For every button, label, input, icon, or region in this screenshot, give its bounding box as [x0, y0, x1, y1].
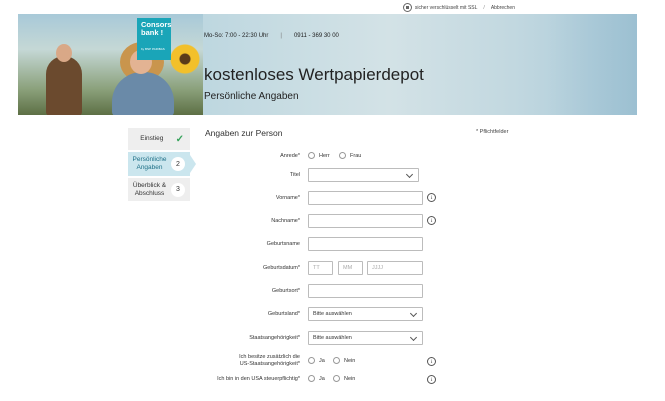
vorname-info-icon[interactable]: i [427, 193, 436, 202]
step-label: Persönliche Angaben [132, 156, 167, 171]
consorsbank-logo[interactable]: Consors bank ! by BNP PARIBAS [137, 18, 171, 60]
topbar-separator: / [483, 4, 485, 11]
page-title: kostenloses Wertpapierdepot [204, 65, 424, 84]
us-tax-info-icon[interactable]: i [427, 375, 436, 384]
step-number-badge: 3 [171, 182, 185, 197]
geburtsort-input[interactable] [308, 284, 423, 298]
step-navigation: Einstieg ✓ Persönliche Angaben 2 Überbli… [128, 128, 196, 203]
ssl-notice: sicher verschlüsselt mit SSL / Abbrechen [402, 3, 515, 12]
page-subtitle: Persönliche Angaben [204, 91, 299, 102]
geburtsland-select[interactable]: Bitte auswählen [308, 307, 423, 321]
ssl-text: sicher verschlüsselt mit SSL [414, 4, 478, 11]
form-title: Angaben zur Person [205, 128, 283, 138]
hero-shade [547, 14, 637, 115]
day-placeholder: TT [313, 265, 320, 271]
phone-number: 0911 - 369 30 00 [293, 33, 339, 39]
radio-circle[interactable] [308, 152, 315, 159]
anrede-herr-radio[interactable]: Herr [308, 152, 330, 159]
chevron-down-icon [409, 309, 418, 318]
step-label: Überblick & Abschluss [132, 181, 167, 197]
staatsangehoerigkeit-select[interactable]: Bitte auswählen [308, 331, 423, 345]
photo-sunflower [168, 42, 202, 76]
us-citizenship-label-line2: US-Staatsangehörigkeit* [239, 361, 300, 367]
radio-circle[interactable] [308, 375, 315, 382]
titel-label: Titel [289, 172, 300, 178]
us-citizenship-label: Ich besitze zusätzlich die US-Staatsange… [239, 354, 300, 368]
radio-circle[interactable] [333, 375, 340, 382]
birth-month-input[interactable]: MM [338, 261, 363, 275]
nachname-label: Nachname* [271, 218, 300, 224]
check-icon: ✓ [175, 133, 184, 145]
titel-select[interactable] [308, 168, 419, 182]
contact-divider: | [280, 33, 282, 39]
radio-label: Herr [319, 152, 330, 159]
geburtsland-label: Geburtsland* [267, 311, 300, 317]
vorname-label: Vorname* [275, 195, 300, 201]
geburtsort-label: Geburtsort* [271, 288, 300, 294]
us-tax-label: Ich bin in den USA steuerpflichtig* [217, 376, 300, 382]
staatsangehoerigkeit-label: Staatsangehörigkeit* [249, 335, 300, 341]
us-tax-ja-radio[interactable]: Ja [308, 375, 325, 382]
radio-label: Nein [344, 357, 356, 364]
step-ueberblick-abschluss: Überblick & Abschluss 3 [128, 178, 190, 201]
radio-label: Ja [319, 357, 325, 364]
staatsangehoerigkeit-value: Bitte auswählen [313, 335, 352, 341]
contact-info: Mo-So: 7:00 - 22:30 Uhr | 0911 - 369 30 … [204, 33, 339, 39]
month-placeholder: MM [343, 265, 353, 271]
us-citizenship-ja-radio[interactable]: Ja [308, 357, 325, 364]
radio-circle[interactable] [308, 357, 315, 364]
step-einstieg[interactable]: Einstieg ✓ [128, 128, 190, 150]
anrede-label: Anrede* [280, 153, 300, 159]
photo-person-woman [112, 72, 174, 115]
top-bar: sicher verschlüsselt mit SSL / Abbrechen [0, 0, 665, 14]
radio-label: Nein [344, 375, 356, 382]
us-citizenship-info-icon[interactable]: i [427, 357, 436, 366]
vorname-input[interactable] [308, 191, 423, 205]
geburtsname-input[interactable] [308, 237, 423, 251]
birth-day-input[interactable]: TT [308, 261, 333, 275]
year-placeholder: JJJJ [372, 265, 383, 271]
hero-photo [18, 14, 203, 115]
photo-person-man [46, 56, 82, 115]
cancel-link[interactable]: Abbrechen [491, 5, 515, 11]
radio-label: Frau [350, 152, 362, 159]
logo-line2: bank ! [141, 28, 164, 37]
photo-face-man [56, 44, 72, 62]
opening-hours: Mo-So: 7:00 - 22:30 Uhr [204, 33, 269, 39]
us-citizenship-label-line1: Ich besitze zusätzlich die [239, 354, 300, 360]
radio-circle[interactable] [339, 152, 346, 159]
chevron-down-icon [405, 170, 414, 179]
geburtsdatum-label: Geburtsdatum* [263, 265, 300, 271]
anrede-frau-radio[interactable]: Frau [339, 152, 361, 159]
us-tax-nein-radio[interactable]: Nein [333, 375, 355, 382]
nachname-info-icon[interactable]: i [427, 216, 436, 225]
step-persoenliche-angaben: Persönliche Angaben 2 [128, 152, 196, 176]
geburtsname-label: Geburtsname [266, 241, 300, 247]
birth-year-input[interactable]: JJJJ [367, 261, 423, 275]
nachname-input[interactable] [308, 214, 423, 228]
radio-circle[interactable] [333, 357, 340, 364]
lock-icon [402, 3, 412, 12]
us-citizenship-nein-radio[interactable]: Nein [333, 357, 355, 364]
step-number-badge: 2 [171, 157, 185, 171]
step-label: Einstieg [140, 135, 164, 142]
logo-tagline: by BNP PARIBAS [141, 47, 165, 51]
chevron-down-icon [409, 333, 418, 342]
geburtsland-value: Bitte auswählen [313, 311, 352, 317]
required-note: * Pflichtfelder [476, 129, 509, 135]
radio-label: Ja [319, 375, 325, 382]
